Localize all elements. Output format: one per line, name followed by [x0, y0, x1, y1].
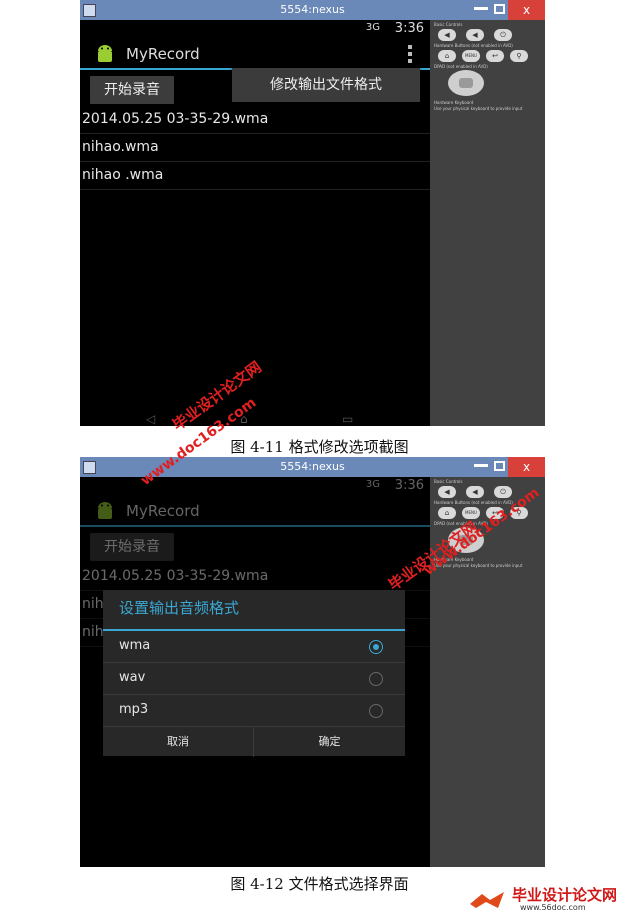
logo-text: 毕业设计论文网 [512, 886, 618, 904]
volume-up-button[interactable]: ◀ [466, 29, 484, 41]
ok-button[interactable]: 确定 [254, 726, 405, 757]
menu-hw-button[interactable]: MENU [462, 507, 480, 519]
option-label: mp3 [119, 702, 149, 717]
screenshot-format-dialog: 5554:nexus x 3G 3:36 MyRecord 开始录音 2014.… [80, 457, 545, 867]
cancel-button[interactable]: 取消 [103, 726, 254, 757]
hardware-buttons-label: Hardware Buttons (not enabled in AVD) [434, 43, 513, 48]
keyboard-hint: Use your physical keyboard to provide in… [434, 106, 523, 111]
volume-up-button[interactable]: ◀ [466, 486, 484, 498]
app-title: MyRecord [126, 45, 200, 63]
minimize-button[interactable] [474, 7, 488, 10]
format-dialog: 设置输出音频格式 wma wav mp3 取消 确定 [103, 590, 405, 757]
start-recording-button[interactable]: 开始录音 [90, 76, 174, 104]
list-item[interactable]: nihao .wma [80, 162, 430, 190]
hardware-buttons-label: Hardware Buttons (not enabled in AVD) [434, 500, 513, 505]
logo-mark-icon [470, 892, 504, 908]
status-bar: 3G 3:36 [80, 20, 430, 40]
menu-item-change-format[interactable]: 修改输出文件格式 [232, 68, 420, 102]
close-button[interactable]: x [508, 457, 545, 477]
logo-url: www.56doc.com [520, 903, 586, 912]
search-hw-button[interactable]: ⚲ [510, 50, 528, 62]
back-hw-button[interactable]: ↩ [486, 50, 504, 62]
close-button[interactable]: x [508, 0, 545, 20]
signal-indicator: 3G [365, 22, 380, 33]
figure-caption-1: 图 4-11 格式修改选项截图 [230, 438, 409, 456]
home-hw-button[interactable]: ⌂ [438, 507, 456, 519]
volume-down-button[interactable]: ◀ [438, 486, 456, 498]
site-logo: 毕业设计论文网 www.56doc.com [468, 884, 633, 914]
navigation-bar: ◁ ⌂ ▭ [80, 412, 430, 426]
dialog-title: 设置输出音频格式 [119, 599, 240, 617]
basic-controls-label: Basic Controls [434, 22, 463, 27]
list-item[interactable]: 2014.05.25 03-35-29.wma [80, 106, 430, 134]
minimize-button[interactable] [474, 464, 488, 467]
emulator-titlebar: 5554:nexus x [80, 0, 545, 20]
recording-list: 2014.05.25 03-35-29.wma nihao.wma nihao … [80, 106, 430, 190]
option-wav[interactable]: wav [103, 663, 405, 695]
power-icon[interactable]: ⏻ [494, 29, 512, 41]
dpad-control[interactable] [448, 70, 484, 96]
recents-icon[interactable]: ▭ [342, 412, 353, 426]
volume-down-button[interactable]: ◀ [438, 29, 456, 41]
maximize-button[interactable] [494, 4, 505, 14]
action-bar: MyRecord [80, 40, 430, 70]
basic-controls-label: Basic Controls [434, 479, 463, 484]
radio-icon[interactable] [369, 704, 383, 718]
radio-icon[interactable] [369, 672, 383, 686]
maximize-button[interactable] [494, 461, 505, 471]
overflow-menu-icon[interactable] [408, 45, 412, 63]
dpad-label: DPAD (not enabled in AVD) [434, 64, 488, 69]
list-item[interactable]: nihao.wma [80, 134, 430, 162]
window-title: 5554:nexus [280, 3, 345, 16]
home-hw-button[interactable]: ⌂ [438, 50, 456, 62]
menu-hw-button[interactable]: MENU [462, 50, 480, 62]
option-label: wma [119, 638, 151, 653]
power-icon[interactable]: ⏻ [494, 486, 512, 498]
hardware-keyboard-label: Hardware Keyboard [434, 100, 474, 105]
emulator-control-panel: Basic Controls ◀ ◀ ⏻ Hardware Buttons (n… [430, 20, 545, 426]
option-label: wav [119, 670, 146, 685]
android-app-icon [98, 45, 112, 62]
option-wma[interactable]: wma [103, 631, 405, 663]
screenshot-format-menu: 5554:nexus x 3G 3:36 MyRecord 开始录音 2014.… [80, 0, 545, 426]
back-icon[interactable]: ◁ [146, 412, 155, 426]
option-mp3[interactable]: mp3 [103, 695, 405, 726]
status-clock: 3:36 [394, 21, 424, 36]
radio-selected-icon[interactable] [369, 640, 383, 654]
